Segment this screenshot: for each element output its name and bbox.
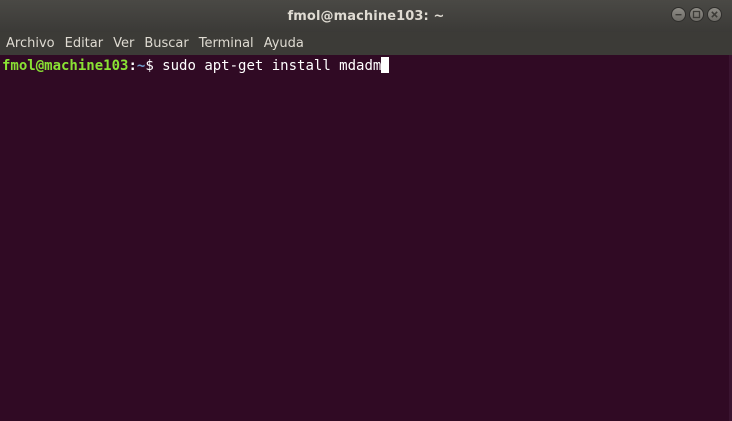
terminal-area[interactable]: fmol@machine103:~$ sudo apt-get install … bbox=[0, 55, 732, 421]
minimize-icon bbox=[675, 14, 682, 16]
close-icon bbox=[711, 11, 718, 18]
window-title: fmol@machine103: ~ bbox=[287, 8, 445, 24]
maximize-button[interactable] bbox=[689, 7, 704, 22]
text-cursor bbox=[381, 57, 390, 73]
menu-editar[interactable]: Editar bbox=[60, 32, 109, 55]
maximize-icon bbox=[692, 10, 701, 19]
close-button[interactable] bbox=[707, 7, 722, 22]
prompt-user-host: fmol@machine103 bbox=[2, 58, 129, 74]
title-bar[interactable]: fmol@machine103: ~ bbox=[0, 0, 732, 32]
prompt-line: fmol@machine103:~$ sudo apt-get install … bbox=[2, 57, 390, 75]
minimize-button[interactable] bbox=[671, 7, 686, 22]
menu-bar: Archivo Editar Ver Buscar Terminal Ayuda bbox=[0, 32, 732, 55]
menu-terminal[interactable]: Terminal bbox=[194, 32, 259, 55]
terminal-window: fmol@machine103: ~ Archivo Editar Ver Bu… bbox=[0, 0, 732, 421]
window-controls bbox=[671, 7, 722, 22]
menu-buscar[interactable]: Buscar bbox=[139, 32, 193, 55]
prompt-symbol: $ bbox=[145, 58, 154, 74]
command-text: sudo apt-get install mdadm bbox=[153, 58, 382, 74]
menu-archivo[interactable]: Archivo bbox=[1, 32, 60, 55]
menu-ver[interactable]: Ver bbox=[108, 32, 139, 55]
prompt-colon: : bbox=[128, 58, 137, 74]
menu-ayuda[interactable]: Ayuda bbox=[259, 32, 309, 55]
